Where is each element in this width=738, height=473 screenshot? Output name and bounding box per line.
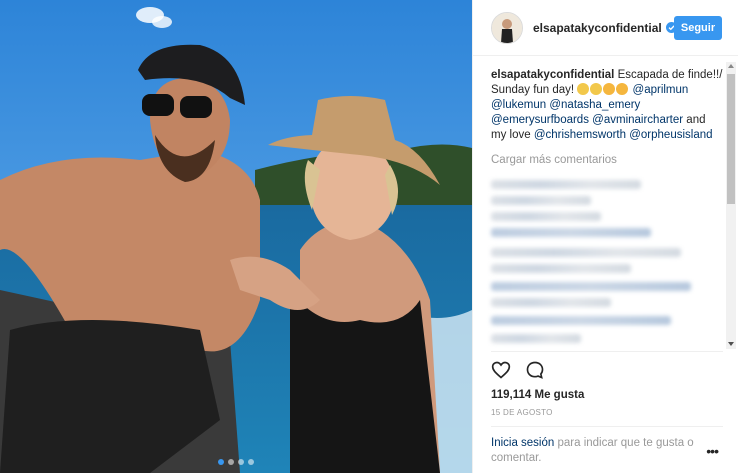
comments-section: elsapatakyconfidential Escapada de finde… (491, 68, 723, 168)
blurred-comment (491, 334, 581, 343)
blurred-comment (491, 264, 631, 273)
blurred-comment (491, 316, 671, 325)
carousel-dot[interactable] (228, 459, 234, 465)
comments-scrollbar[interactable] (726, 62, 736, 349)
blurred-comment (491, 228, 651, 237)
caption-username[interactable]: elsapatakyconfidential (491, 69, 614, 81)
login-link[interactable]: Inicia sesión (491, 437, 554, 449)
mention-link[interactable]: @lukemun (491, 99, 546, 111)
username-link[interactable]: elsapatakyconfidential (533, 21, 662, 35)
follow-button[interactable]: Seguir (674, 16, 722, 40)
scroll-down-arrow-icon[interactable] (728, 342, 734, 346)
blurred-comment (491, 180, 641, 189)
blurred-comment (491, 212, 601, 221)
avatar[interactable] (491, 11, 523, 44)
kiss-emoji-icon (616, 83, 629, 95)
mention-link[interactable]: @natasha_emery (549, 99, 640, 111)
post-actions (491, 360, 545, 380)
kiss-emoji-icon (603, 83, 616, 95)
mention-link[interactable]: @emerysurfboards (491, 114, 589, 126)
carousel-dot[interactable] (238, 459, 244, 465)
carousel-dot[interactable] (248, 459, 254, 465)
carousel-dot-active[interactable] (218, 459, 224, 465)
mention-link[interactable]: @orpheusisland (629, 129, 712, 141)
photo-illustration (0, 0, 472, 473)
comment-icon[interactable] (525, 360, 545, 380)
blurred-comment (491, 282, 691, 291)
more-options-icon[interactable]: ••• (706, 443, 719, 459)
blurred-comment (491, 196, 591, 205)
mention-link[interactable]: @aprilmun (633, 84, 689, 96)
blurred-comment (491, 298, 611, 307)
login-prompt: Inicia sesión para indicar que te gusta … (491, 436, 701, 466)
post-caption: elsapatakyconfidential Escapada de finde… (491, 68, 723, 143)
mention-link[interactable]: @chrishemsworth (534, 129, 626, 141)
section-divider (491, 426, 723, 427)
load-more-comments-link[interactable]: Cargar más comentarios (491, 153, 723, 168)
instagram-post: elsapatakyconfidential Seguir elsapataky… (0, 0, 738, 473)
heart-icon[interactable] (491, 360, 511, 380)
post-sidebar: elsapatakyconfidential Seguir elsapataky… (472, 0, 738, 473)
scroll-up-arrow-icon[interactable] (728, 64, 734, 68)
post-photo[interactable] (0, 0, 472, 473)
section-divider (491, 351, 723, 352)
scrollbar-thumb[interactable] (727, 74, 735, 204)
clap-emoji-icon (577, 83, 590, 95)
carousel-indicators[interactable] (218, 459, 254, 465)
mention-link[interactable]: @avminaircharter (592, 114, 683, 126)
post-header: elsapatakyconfidential Seguir (473, 0, 738, 56)
post-date[interactable]: 15 DE AGOSTO (491, 408, 553, 417)
likes-count[interactable]: 119,114 Me gusta (491, 389, 584, 401)
blurred-comment (491, 248, 681, 257)
clap-emoji-icon (590, 83, 603, 95)
